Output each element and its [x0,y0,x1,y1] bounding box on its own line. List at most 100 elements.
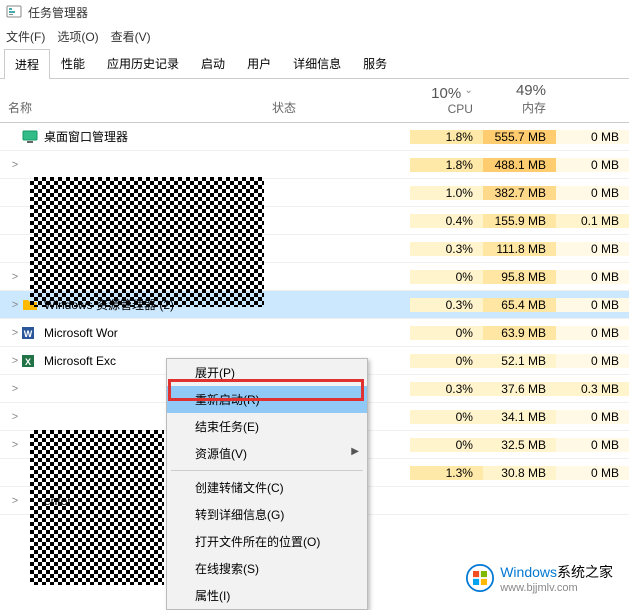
expand-toggle[interactable]: > [8,327,22,339]
expand-toggle[interactable]: > [8,411,22,423]
cpu-value: 0% [410,270,483,284]
mem-value: 63.9 MB [483,326,556,340]
tab-performance[interactable]: 性能 [50,48,96,78]
cpu-value: 1.8% [410,130,483,144]
process-row[interactable]: 桌面窗口管理器 1.8%555.7 MB0 MB [0,123,629,151]
tab-app-history[interactable]: 应用历史记录 [96,48,190,78]
context-menu-item[interactable]: 创建转储文件(C) [167,474,367,501]
mem-value: 555.7 MB [483,130,556,144]
context-menu-item[interactable]: 重新启动(R) [167,386,367,413]
mem-value: 95.8 MB [483,270,556,284]
mem-value: 52.1 MB [483,354,556,368]
disk-value: 0 MB [556,326,629,340]
cpu-value: 1.8% [410,158,483,172]
disk-value: 0.1 MB [556,214,629,228]
context-menu-item[interactable]: 展开(P) [167,359,367,386]
mem-value: 30.8 MB [483,466,556,480]
mem-label: 内存 [487,99,546,116]
mem-value: 37.6 MB [483,382,556,396]
mem-value: 32.5 MB [483,438,556,452]
menubar: 文件(F) 选项(O) 查看(V) [0,24,629,48]
windows-logo-icon [466,564,494,592]
context-menu-item[interactable]: 在线搜索(S) [167,555,367,582]
mem-value: 65.4 MB [483,298,556,312]
menu-view[interactable]: 查看(V) [111,28,151,44]
header-status[interactable]: 状态 [264,95,410,122]
chevron-down-icon: ⌄ [465,85,473,96]
header-disk[interactable] [556,112,629,122]
monitor-icon [22,129,38,145]
cpu-value: 1.3% [410,466,483,480]
expand-toggle[interactable]: > [8,495,22,507]
titlebar: 任务管理器 [0,0,629,24]
cpu-value: 0.3% [410,242,483,256]
cpu-value: 0% [410,354,483,368]
process-name: Microsoft Wor [44,326,118,340]
context-menu: 展开(P)重新启动(R)结束任务(E)资源值(V)▶ 创建转储文件(C)转到详细信… [166,358,368,610]
column-headers: 名称 状态 10% ⌄ CPU 49% 内存 [0,79,629,123]
menu-file[interactable]: 文件(F) [6,28,45,44]
context-menu-item[interactable]: 资源值(V)▶ [167,440,367,467]
svg-text:X: X [25,357,31,367]
tab-services[interactable]: 服务 [352,48,398,78]
tab-details[interactable]: 详细信息 [282,48,352,78]
context-menu-item[interactable]: 结束任务(E) [167,413,367,440]
taskmgr-icon [6,4,22,20]
header-cpu[interactable]: 10% ⌄ CPU [410,81,483,122]
disk-value: 0 MB [556,158,629,172]
cpu-value: 0.3% [410,382,483,396]
excel-icon: X [22,353,38,369]
watermark-url: www.bjjmlv.com [500,582,613,594]
context-menu-item[interactable]: 打开文件所在的位置(O) [167,528,367,555]
expand-toggle[interactable]: > [8,299,22,311]
censored-block [30,430,164,585]
context-menu-item[interactable]: 属性(I) [167,582,367,609]
cpu-label: CPU [414,102,473,116]
cpu-value: 0% [410,410,483,424]
cpu-value: 0% [410,438,483,452]
disk-value: 0 MB [556,466,629,480]
cpu-value: 0.3% [410,298,483,312]
expand-toggle[interactable]: > [8,271,22,283]
watermark: Windows系统之家 www.bjjmlv.com [458,558,621,598]
tabbar: 进程 性能 应用历史记录 启动 用户 详细信息 服务 [0,48,629,79]
disk-value: 0 MB [556,186,629,200]
tab-users[interactable]: 用户 [236,48,282,78]
disk-value: 0 MB [556,130,629,144]
submenu-arrow-icon: ▶ [351,446,359,457]
mem-value: 382.7 MB [483,186,556,200]
mem-value: 155.9 MB [483,214,556,228]
tab-startup[interactable]: 启动 [190,48,236,78]
cpu-value: 1.0% [410,186,483,200]
menu-options[interactable]: 选项(O) [57,28,98,44]
header-name[interactable]: 名称 [0,95,264,122]
window-title: 任务管理器 [28,4,88,21]
expand-toggle[interactable]: > [8,159,22,171]
cpu-percent: 10% [431,85,461,102]
mem-value: 111.8 MB [483,242,556,256]
svg-text:W: W [24,329,33,339]
context-menu-item[interactable]: 转到详细信息(G) [167,501,367,528]
expand-toggle[interactable]: > [8,439,22,451]
disk-value: 0 MB [556,410,629,424]
expand-toggle[interactable]: > [8,355,22,367]
menu-separator [171,470,363,471]
process-row[interactable]: >W Microsoft Wor 0%63.9 MB0 MB [0,319,629,347]
header-memory[interactable]: 49% 内存 [483,78,556,122]
cpu-value: 0% [410,326,483,340]
disk-value: 0 MB [556,438,629,452]
watermark-brand: Windows系统之家 [500,562,613,582]
disk-value: 0 MB [556,354,629,368]
process-row[interactable]: >1.8%488.1 MB0 MB [0,151,629,179]
disk-value: 0.3 MB [556,382,629,396]
expand-toggle[interactable]: > [8,383,22,395]
cpu-value: 0.4% [410,214,483,228]
disk-value: 0 MB [556,242,629,256]
censored-block [30,177,264,307]
process-name: Microsoft Exc [44,354,116,368]
tab-processes[interactable]: 进程 [4,49,50,79]
mem-value: 34.1 MB [483,410,556,424]
word-icon: W [22,325,38,341]
process-name: 桌面窗口管理器 [44,128,128,145]
disk-value: 0 MB [556,298,629,312]
